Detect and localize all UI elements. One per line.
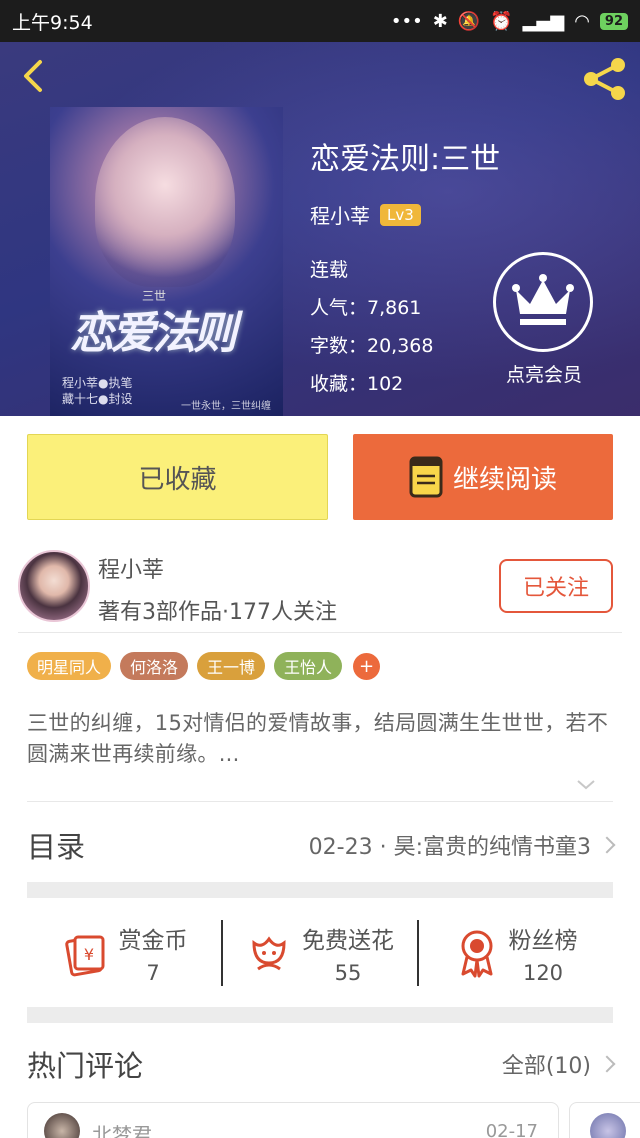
wifi-icon: ◠ bbox=[574, 10, 590, 32]
section-separator bbox=[27, 1007, 613, 1023]
follow-button[interactable]: 已关注 bbox=[499, 559, 613, 613]
catalog-row[interactable]: 目录 02-23 · 昊:富贵的纯情书童3 bbox=[27, 818, 616, 872]
reward-count: 120 bbox=[522, 961, 564, 985]
cover-credit-line: 藏十七●封设 bbox=[62, 392, 133, 406]
crown-icon bbox=[512, 274, 574, 325]
divider bbox=[27, 801, 613, 802]
continue-reading-button[interactable]: 继续阅读 bbox=[353, 434, 613, 520]
chevron-left-icon bbox=[24, 60, 42, 92]
flower-icon bbox=[252, 936, 286, 971]
cover-title: 恋爱法则 bbox=[70, 308, 237, 359]
author-stats: 著有3部作品·177人关注 bbox=[98, 600, 337, 625]
back-button[interactable] bbox=[14, 54, 54, 98]
expand-synopsis-button[interactable] bbox=[575, 773, 597, 795]
svg-text:¥: ¥ bbox=[83, 945, 93, 964]
book-cover[interactable]: 三世 恋爱法则 程小莘●执笔 藏十七●封设 一世永世，三世纠缠 bbox=[50, 107, 283, 416]
reward-text: 赏金币 7 bbox=[119, 921, 188, 985]
reward-text: 粉丝榜 120 bbox=[509, 921, 578, 985]
signal-icon: ▂▄▆ bbox=[522, 10, 565, 32]
book-status: 连载 bbox=[310, 259, 349, 281]
divider bbox=[18, 632, 622, 633]
avatar[interactable] bbox=[18, 550, 90, 622]
cover-credit-line: 程小莘●执笔 bbox=[62, 376, 133, 390]
vip-label: 点亮会员 bbox=[505, 364, 582, 386]
catalog-latest-chapter: 02-23 · 昊:富贵的纯情书童3 bbox=[308, 835, 591, 860]
reward-flower-button[interactable]: 免费送花 55 bbox=[223, 913, 417, 993]
vip-button[interactable]: 点亮会员 bbox=[493, 252, 595, 387]
status-bar: 上午9:54 ••• ✱ 🔕 ⏰ ▂▄▆ ◠ 92 bbox=[0, 0, 640, 42]
avatar[interactable] bbox=[590, 1113, 626, 1138]
book-header: 三世 恋爱法则 程小莘●执笔 藏十七●封设 一世永世，三世纠缠 恋爱法则:三世 … bbox=[0, 42, 640, 416]
bluetooth-icon: ✱ bbox=[432, 10, 448, 32]
book-author[interactable]: 程小莘 bbox=[310, 200, 370, 229]
gold-envelope-icon: ¥ bbox=[64, 935, 104, 977]
book-icon bbox=[409, 456, 443, 498]
book-info: 恋爱法则:三世 程小莘 Lv3 连载 人气：7,861 字数：20,368 收藏… bbox=[310, 134, 500, 407]
status-time: 上午9:54 bbox=[12, 11, 93, 34]
book-author-row: 程小莘 Lv3 bbox=[310, 200, 500, 229]
cover-figure bbox=[95, 117, 235, 287]
battery-indicator: 92 bbox=[599, 12, 628, 30]
reward-bar: ¥ 赏金币 7 免费送花 55 粉丝榜 120 bbox=[27, 913, 613, 993]
reward-count: 55 bbox=[334, 961, 362, 985]
medal-icon bbox=[461, 930, 492, 978]
cover-credit: 程小莘●执笔 藏十七●封设 bbox=[62, 375, 132, 407]
reward-label: 粉丝榜 bbox=[508, 928, 578, 954]
mute-icon: 🔕 bbox=[457, 10, 481, 32]
reward-label: 免费送花 bbox=[302, 928, 394, 954]
reward-text: 免费送花 55 bbox=[302, 921, 394, 985]
catalog-title: 目录 bbox=[27, 830, 86, 864]
tag[interactable]: 王一博 bbox=[197, 652, 266, 680]
book-word-count: 字数：20,368 bbox=[310, 335, 434, 357]
all-comments-link[interactable]: 全部(10) bbox=[502, 1048, 591, 1080]
share-icon bbox=[584, 58, 625, 100]
tag-list: 明星同人 何洛洛 王一博 王怡人 + bbox=[27, 652, 381, 680]
alarm-icon: ⏰ bbox=[490, 10, 513, 32]
more-dots-icon: ••• bbox=[390, 10, 423, 32]
section-separator bbox=[27, 882, 613, 898]
author-name[interactable]: 程小莘 bbox=[98, 552, 164, 584]
collected-button[interactable]: 已收藏 bbox=[27, 434, 328, 520]
add-tag-button[interactable]: + bbox=[353, 653, 381, 680]
chevron-right-icon bbox=[598, 1055, 616, 1073]
comments-header: 热门评论 全部(10) bbox=[27, 1040, 616, 1088]
chevron-right-icon bbox=[598, 836, 616, 854]
level-badge: Lv3 bbox=[380, 203, 421, 226]
cover-tagline: 一世永世，三世纠缠 bbox=[181, 401, 271, 412]
avatar[interactable] bbox=[44, 1113, 80, 1138]
reward-count: 7 bbox=[146, 961, 160, 985]
chevron-down-icon bbox=[577, 780, 595, 790]
share-button[interactable] bbox=[580, 54, 630, 104]
comments-title: 热门评论 bbox=[27, 1049, 144, 1083]
status-icons: ••• ✱ 🔕 ⏰ ▂▄▆ ◠ 92 bbox=[391, 11, 628, 32]
comment-card[interactable]: 北梦君 02-17 bbox=[27, 1102, 559, 1138]
author-card[interactable]: 程小莘 著有3部作品·177人关注 已关注 bbox=[18, 548, 622, 632]
vip-badge bbox=[493, 252, 593, 352]
comment-user: 北梦君 bbox=[92, 1123, 152, 1138]
reward-gold-button[interactable]: ¥ 赏金币 7 bbox=[27, 913, 221, 993]
synopsis: 三世的纠缠，15对情侣的爱情故事，结局圆满生生世世，若不圆满来世再续前缘。... bbox=[27, 711, 609, 766]
tag[interactable]: 王怡人 bbox=[274, 652, 343, 680]
continue-reading-label: 继续阅读 bbox=[452, 464, 557, 495]
book-favorites: 收藏：102 bbox=[310, 373, 404, 395]
reward-fans-button[interactable]: 粉丝榜 120 bbox=[419, 913, 613, 993]
tag[interactable]: 何洛洛 bbox=[120, 652, 189, 680]
tag[interactable]: 明星同人 bbox=[27, 652, 112, 680]
comment-date: 02-17 bbox=[485, 1121, 538, 1138]
book-popularity: 人气：7,861 bbox=[310, 297, 422, 319]
comment-card[interactable] bbox=[569, 1102, 640, 1138]
reward-label: 赏金币 bbox=[118, 928, 188, 954]
book-title: 恋爱法则:三世 bbox=[310, 142, 501, 177]
